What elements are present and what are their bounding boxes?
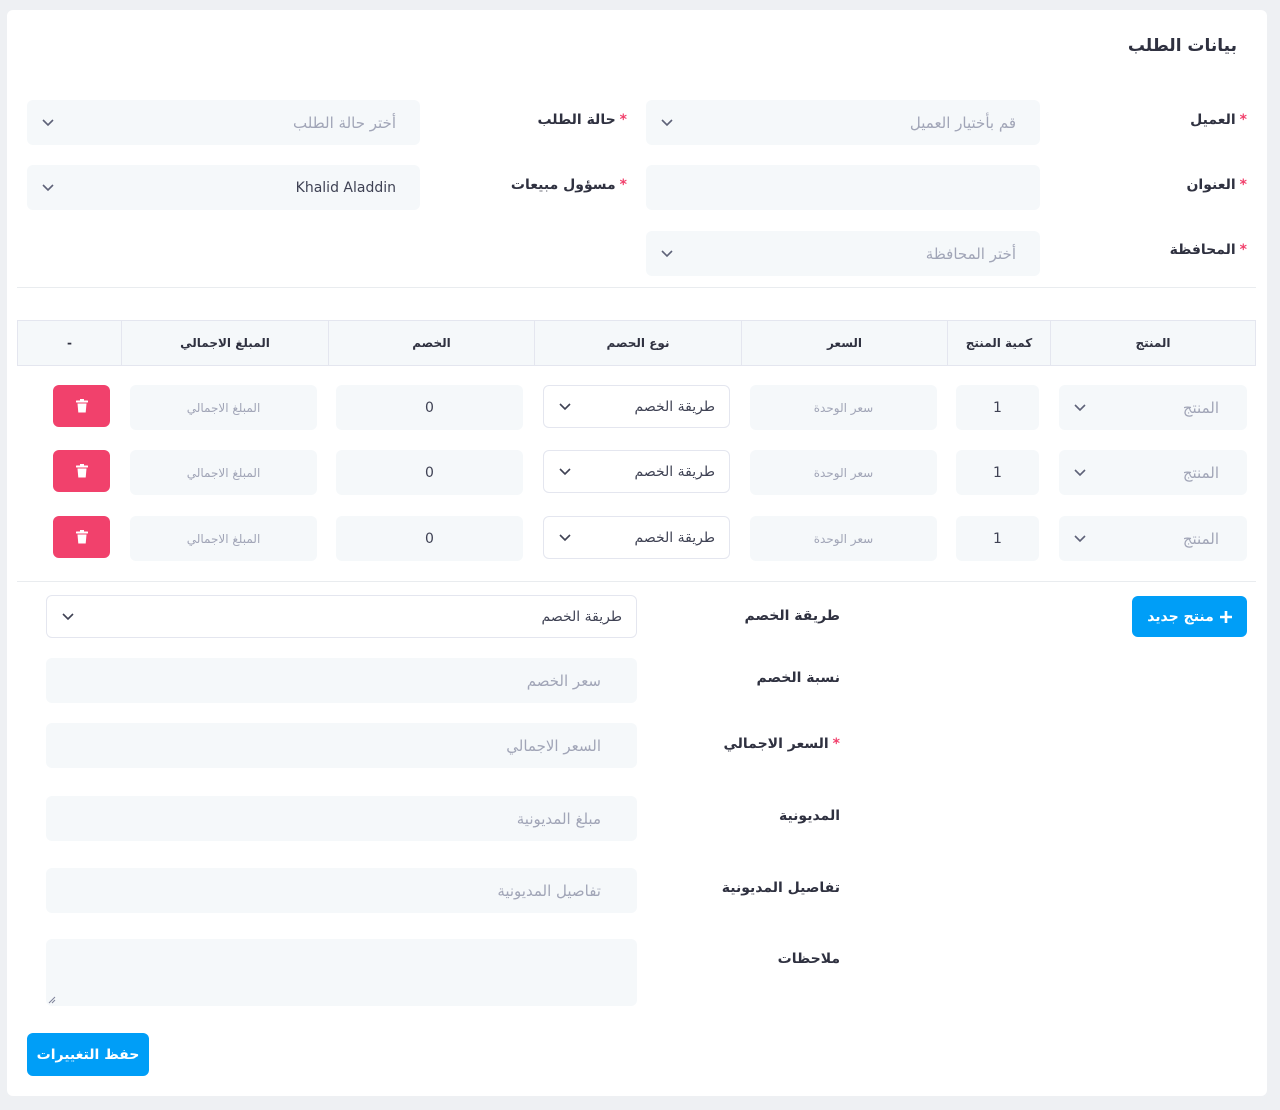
row-1-product-placeholder: المنتج (1182, 398, 1219, 417)
governorate-select[interactable]: أختر المحافظة (646, 231, 1040, 276)
status-label: حالة الطلب * (537, 112, 627, 128)
trash-icon (75, 530, 88, 544)
chevron-down-icon (1073, 466, 1087, 480)
total-price-label: السعر الاجمالي * (723, 736, 841, 752)
status-select-placeholder: أختر حالة الطلب (293, 113, 396, 132)
notes-textarea[interactable] (46, 939, 637, 1006)
row-2-quantity-input[interactable]: 1 (956, 450, 1039, 495)
row-1-discount-type-value: طريقة الخصم (634, 398, 715, 415)
products-table-header: - المبلغ الاجمالي الخصم نوع الحصم السعر … (17, 320, 1256, 366)
row-1-product-select[interactable]: المنتج (1059, 385, 1247, 430)
discount-rate-input[interactable]: سعر الخصم (46, 658, 637, 703)
required-mark: * (832, 736, 840, 752)
status-select[interactable]: أختر حالة الطلب (27, 100, 420, 145)
row-1-discount-input[interactable]: 0 (336, 385, 523, 430)
discount-method-select[interactable]: طريقة الخصم (46, 595, 637, 638)
chevron-down-icon (1073, 532, 1087, 546)
governorate-label: المحافظة * (1169, 242, 1247, 258)
add-product-button-label: منتج جديد (1147, 608, 1214, 625)
row-3-discount-input[interactable]: 0 (336, 516, 523, 561)
total-price-placeholder: السعر الاجمالي (506, 736, 601, 755)
chevron-down-icon (41, 116, 55, 130)
resize-handle-icon[interactable] (48, 996, 56, 1004)
address-label: العنوان * (1186, 177, 1247, 193)
debt-details-label: تفاصيل المديونية (721, 880, 840, 896)
row-2-delete-button[interactable] (53, 450, 110, 492)
customer-label: العميل * (1190, 112, 1247, 128)
header-discount-type: نوع الحصم (534, 321, 741, 365)
chevron-down-icon (1073, 401, 1087, 415)
save-button-label: حفظ التغييرات (36, 1046, 140, 1063)
debt-input[interactable]: مبلغ المديونية (46, 796, 637, 841)
debt-details-placeholder: تفاصيل المديونية (497, 881, 601, 900)
governorate-select-placeholder: أختر المحافظة (925, 244, 1016, 263)
chevron-down-icon (558, 400, 572, 414)
row-1-price-input[interactable]: سعر الوحدة (750, 385, 937, 430)
trash-icon (75, 464, 88, 478)
total-price-input[interactable]: السعر الاجمالي (46, 723, 637, 768)
required-mark: * (619, 177, 627, 193)
chevron-down-icon (41, 181, 55, 195)
sales-select-value: Khalid Aladdin (295, 179, 396, 196)
row-1-total-input[interactable]: المبلغ الاجمالي (130, 385, 317, 430)
header-price: السعر (741, 321, 947, 365)
row-2-product-select[interactable]: المنتج (1059, 450, 1247, 495)
chevron-down-icon (558, 531, 572, 545)
debt-placeholder: مبلغ المديونية (516, 809, 601, 828)
discount-method-value: طريقة الخصم (541, 608, 622, 625)
address-input[interactable] (646, 165, 1040, 210)
required-mark: * (1239, 112, 1247, 128)
trash-icon (75, 399, 88, 413)
header-product: المنتج (1050, 321, 1255, 365)
chevron-down-icon (660, 247, 674, 261)
add-product-button[interactable]: منتج جديد (1132, 596, 1247, 637)
notes-label: ملاحظات (777, 951, 840, 967)
row-3-product-select[interactable]: المنتج (1059, 516, 1247, 561)
chevron-down-icon (660, 116, 674, 130)
chevron-down-icon (61, 610, 75, 624)
row-2-discount-type-value: طريقة الخصم (634, 463, 715, 480)
customer-select[interactable]: قم بأختيار العميل (646, 100, 1040, 145)
row-3-quantity-input[interactable]: 1 (956, 516, 1039, 561)
row-3-total-input[interactable]: المبلغ الاجمالي (130, 516, 317, 561)
sales-label: مسؤول مبيعات * (510, 177, 627, 193)
row-3-product-placeholder: المنتج (1182, 529, 1219, 548)
section-divider (17, 581, 1256, 582)
section-divider (17, 287, 1256, 288)
sales-select[interactable]: Khalid Aladdin (27, 165, 420, 210)
debt-details-input[interactable]: تفاصيل المديونية (46, 868, 637, 913)
customer-select-placeholder: قم بأختيار العميل (909, 113, 1016, 132)
header-quantity: كمية المنتج (947, 321, 1050, 365)
row-3-price-input[interactable]: سعر الوحدة (750, 516, 937, 561)
row-2-price-input[interactable]: سعر الوحدة (750, 450, 937, 495)
header-total: المبلغ الاجمالي (121, 321, 328, 365)
discount-method-label: طريقة الخصم (744, 608, 840, 624)
discount-rate-label: نسبة الخصم (756, 670, 840, 686)
header-actions: - (67, 336, 72, 350)
order-card: بيانات الطلب العميل * قم بأختيار العميل ح… (7, 10, 1267, 1096)
required-mark: * (619, 112, 627, 128)
chevron-down-icon (558, 465, 572, 479)
row-2-product-placeholder: المنتج (1182, 463, 1219, 482)
row-2-discount-input[interactable]: 0 (336, 450, 523, 495)
row-1-delete-button[interactable] (53, 385, 110, 427)
row-3-delete-button[interactable] (53, 516, 110, 558)
row-2-discount-type-select[interactable]: طريقة الخصم (543, 450, 730, 493)
row-3-discount-type-select[interactable]: طريقة الخصم (543, 516, 730, 559)
required-mark: * (1239, 242, 1247, 258)
row-1-quantity-input[interactable]: 1 (956, 385, 1039, 430)
row-1-discount-type-select[interactable]: طريقة الخصم (543, 385, 730, 428)
row-3-discount-type-value: طريقة الخصم (634, 529, 715, 546)
save-button[interactable]: حفظ التغييرات (27, 1033, 149, 1076)
plus-icon (1219, 610, 1232, 623)
header-discount: الخصم (328, 321, 534, 365)
required-mark: * (1239, 177, 1247, 193)
page-title: بيانات الطلب (1127, 36, 1237, 56)
row-2-total-input[interactable]: المبلغ الاجمالي (130, 450, 317, 495)
debt-label: المديونية (778, 808, 840, 824)
discount-rate-placeholder: سعر الخصم (526, 671, 601, 690)
